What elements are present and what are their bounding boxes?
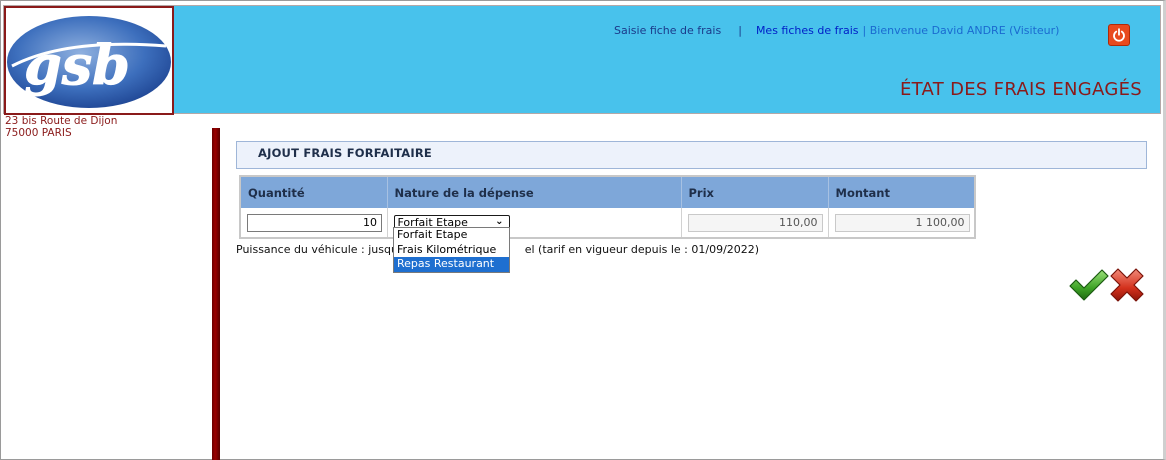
company-address: 23 bis Route de Dijon 75000 PARIS (5, 115, 117, 139)
dropdown-option-repas-restaurant[interactable]: Repas Restaurant (394, 257, 509, 272)
section-header: AJOUT FRAIS FORFAITAIRE (236, 141, 1147, 169)
logo-text: gsb (24, 33, 130, 97)
page-title: ÉTAT DES FRAIS ENGAGÉS (899, 79, 1142, 100)
nature-dropdown-list: Forfait Etape Frais Kilométrique Repas R… (393, 227, 510, 273)
cross-icon (1110, 268, 1144, 302)
sidebar-divider (212, 128, 220, 460)
puissance-notice-suffix: el (tarif en vigueur depuis le : 01/09/2… (524, 243, 760, 256)
montant-field: 1 100,00 (834, 213, 970, 232)
checkmark-icon (1069, 269, 1109, 301)
frais-table: Quantité Nature de la dépense Prix Monta… (239, 175, 976, 239)
nav-welcome-user: | Bienvenue David ANDRE (Visiteur) (862, 24, 1060, 37)
validate-button[interactable] (1068, 266, 1109, 304)
section-title: AJOUT FRAIS FORFAITAIRE (258, 146, 432, 160)
cell-prix: 110,00 (681, 208, 829, 238)
form-actions (1068, 266, 1146, 304)
prix-field: 110,00 (687, 213, 823, 232)
table-header-row: Quantité Nature de la dépense Prix Monta… (240, 175, 976, 208)
cell-quantite: 10 (240, 208, 388, 238)
puissance-notice-prefix: Puissance du véhicule : jusqu'à (236, 243, 408, 256)
logout-button[interactable] (1108, 24, 1130, 46)
gsb-logo[interactable]: gsb (4, 6, 174, 115)
header: gsb Saisie fiche de frais | Mes fiches d… (3, 5, 1161, 115)
cancel-button[interactable] (1107, 266, 1148, 304)
chevron-down-icon: ⌄ (495, 215, 504, 227)
column-header-nature: Nature de la dépense (387, 175, 682, 208)
dropdown-option-frais-kilometrique[interactable]: Frais Kilométrique (394, 243, 509, 258)
top-nav: Saisie fiche de frais | Mes fiches de fr… (614, 24, 1059, 37)
cell-montant: 1 100,00 (828, 208, 976, 238)
column-header-montant: Montant (828, 175, 976, 208)
address-line-2: 75000 PARIS (5, 127, 72, 139)
column-header-prix: Prix (681, 175, 829, 208)
table-row: 10 Forfait Etape ⌄ 110,00 1 100,00 (240, 208, 976, 238)
power-icon (1113, 28, 1125, 42)
nav-separator: | (738, 24, 742, 37)
address-line-1: 23 bis Route de Dijon (5, 115, 118, 127)
nav-saisie-link[interactable]: Saisie fiche de frais (614, 24, 721, 37)
dropdown-option-forfait-etape[interactable]: Forfait Etape (394, 228, 509, 243)
column-header-quantite: Quantité (240, 175, 388, 208)
quantite-input[interactable]: 10 (247, 213, 382, 232)
nav-mes-fiches-link[interactable]: Mes fiches de frais (756, 24, 859, 37)
